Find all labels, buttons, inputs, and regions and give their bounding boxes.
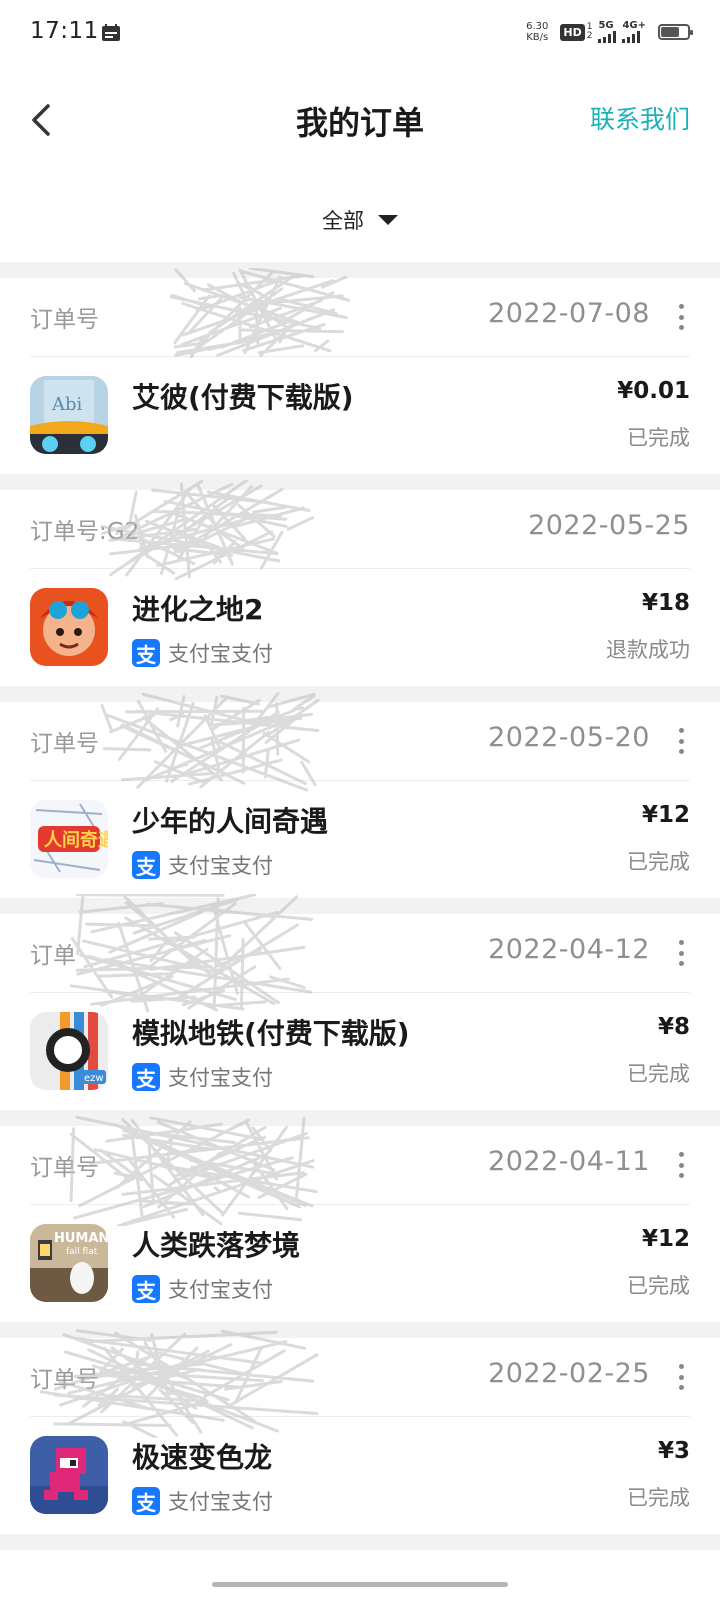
- order-item[interactable]: 极速变色龙 支 支付宝支付 ¥3 已完成: [30, 1436, 690, 1516]
- status-time: 17:11: [30, 18, 99, 44]
- svg-text:Abi: Abi: [51, 394, 83, 415]
- triangle-down-icon: [378, 215, 398, 225]
- payment-method-label: 支付宝支付: [168, 1066, 273, 1090]
- order-item[interactable]: 人间奇遇 少年的人间奇遇 支 支付宝支付 ¥12 已完成: [30, 800, 690, 880]
- order-status: 已完成: [627, 1486, 690, 1510]
- alipay-icon: 支: [132, 1487, 160, 1515]
- order-list: 订单号 2022-07-08 Abi 艾彼(付费下载版) ¥0.01 已完成 订…: [0, 262, 720, 1550]
- order-card[interactable]: 订单号 2022-02-25 极速变色龙 支 支付宝支付 ¥3 已完成: [0, 1329, 720, 1534]
- order-date: 2022-02-25: [488, 1358, 650, 1389]
- order-status: 已完成: [627, 1274, 690, 1298]
- order-header: 订单号 2022-02-25: [30, 1338, 690, 1417]
- payment-method: 支 支付宝支付: [132, 1486, 273, 1516]
- filter-dropdown[interactable]: 全部: [322, 205, 398, 235]
- signal-icon-sim2: 4G+: [622, 21, 646, 43]
- hd-voice-icon: HD 1 2: [560, 23, 592, 41]
- contact-us-link[interactable]: 联系我们: [590, 100, 690, 136]
- app-name: 极速变色龙: [132, 1441, 273, 1474]
- order-number: 订单号: [30, 731, 99, 757]
- svg-text:人间奇遇: 人间奇遇: [44, 829, 108, 851]
- order-status: 已完成: [627, 1062, 690, 1086]
- more-vertical-icon[interactable]: [678, 940, 684, 966]
- mini-metro-app-icon: ezw: [30, 1012, 108, 1090]
- order-number: 订单号: [30, 1367, 99, 1393]
- payment-method: 支 支付宝支付: [132, 1274, 273, 1304]
- filter-selected-label: 全部: [322, 209, 364, 233]
- app-name: 少年的人间奇遇: [132, 805, 329, 838]
- order-date: 2022-07-08: [488, 298, 650, 329]
- signal-icon: 5G: [598, 21, 617, 43]
- order-card[interactable]: 订单号 2022-07-08 Abi 艾彼(付费下载版) ¥0.01 已完成: [0, 266, 720, 474]
- order-item[interactable]: ezw 模拟地铁(付费下载版) 支 支付宝支付 ¥8 已完成: [30, 1012, 690, 1092]
- order-date: 2022-04-11: [488, 1146, 650, 1177]
- order-status: 退款成功: [606, 638, 690, 662]
- chameleon-run-app-icon: [30, 1436, 108, 1514]
- more-vertical-icon[interactable]: [678, 728, 684, 754]
- order-status: 已完成: [627, 850, 690, 874]
- order-number: 订单: [30, 943, 76, 969]
- battery-icon: [658, 24, 693, 40]
- order-card[interactable]: 订单号 2022-04-11 HUMAN fall flat 人类跌落梦境 支 支…: [0, 1115, 720, 1322]
- order-price: ¥18: [641, 590, 690, 616]
- order-filter: 全部: [0, 190, 720, 250]
- alipay-icon: 支: [132, 639, 160, 667]
- home-indicator[interactable]: [212, 1582, 508, 1587]
- more-vertical-icon[interactable]: [678, 1364, 684, 1390]
- order-date: 2022-04-12: [488, 934, 650, 965]
- app-name: 人类跌落梦境: [132, 1229, 301, 1262]
- more-vertical-icon[interactable]: [678, 1152, 684, 1178]
- payment-method: 支 支付宝支付: [132, 850, 273, 880]
- order-header: 订单号:G2 2022-05-25: [30, 490, 690, 569]
- order-header: 订单号 2022-04-11: [30, 1126, 690, 1205]
- header: 我的订单 联系我们: [0, 70, 720, 170]
- order-card[interactable]: 订单号 2022-05-20 人间奇遇 少年的人间奇遇 支 支付宝支付 ¥12 …: [0, 692, 720, 898]
- youth-adventure-app-icon: 人间奇遇: [30, 800, 108, 878]
- human-fall-flat-app-icon: HUMAN fall flat: [30, 1224, 108, 1302]
- order-header: 订单号 2022-05-20: [30, 702, 690, 781]
- app-name: 进化之地2: [132, 593, 264, 626]
- list-bottom-spacer: [0, 1534, 720, 1550]
- alipay-icon: 支: [132, 851, 160, 879]
- svg-text:fall flat: fall flat: [66, 1247, 98, 1257]
- status-bar: 17:11 6.30 KB/s HD 1 2 5G 4G+: [0, 0, 720, 64]
- order-number: 订单号: [30, 307, 99, 333]
- network-speed: 6.30 KB/s: [526, 21, 549, 43]
- svg-text:HUMAN: HUMAN: [54, 1231, 108, 1246]
- order-item[interactable]: HUMAN fall flat 人类跌落梦境 支 支付宝支付 ¥12 已完成: [30, 1224, 690, 1304]
- order-date: 2022-05-20: [488, 722, 650, 753]
- abi-app-icon: Abi: [30, 376, 108, 454]
- payment-method-label: 支付宝支付: [168, 1490, 273, 1514]
- alipay-icon: 支: [132, 1275, 160, 1303]
- payment-method-label: 支付宝支付: [168, 1278, 273, 1302]
- order-card[interactable]: 订单号:G2 2022-05-25 进化之地2 支 支付宝支付 ¥18 退款成功: [0, 478, 720, 686]
- order-number: 订单号:G2: [30, 519, 140, 545]
- order-price: ¥12: [641, 1226, 690, 1252]
- order-date: 2022-05-25: [528, 510, 690, 541]
- calendar-icon: [102, 24, 120, 41]
- battery-level: [661, 27, 680, 37]
- order-header: 订单号 2022-07-08: [30, 278, 690, 357]
- payment-method-label: 支付宝支付: [168, 854, 273, 878]
- more-vertical-icon[interactable]: [678, 304, 684, 330]
- order-number: 订单号: [30, 1155, 99, 1181]
- order-price: ¥0.01: [617, 378, 690, 404]
- order-price: ¥12: [641, 802, 690, 828]
- payment-method-label: 支付宝支付: [168, 642, 273, 666]
- svg-text:ezw: ezw: [84, 1073, 104, 1084]
- status-indicators: 6.30 KB/s HD 1 2 5G 4G+: [526, 18, 693, 46]
- order-price: ¥8: [657, 1014, 690, 1040]
- order-header: 订单 2022-04-12: [30, 914, 690, 993]
- order-item[interactable]: 进化之地2 支 支付宝支付 ¥18 退款成功: [30, 588, 690, 668]
- alipay-icon: 支: [132, 1063, 160, 1091]
- order-card[interactable]: 订单 2022-04-12 ezw 模拟地铁(付费下载版) 支 支付宝支付 ¥8…: [0, 892, 720, 1110]
- payment-method: 支 支付宝支付: [132, 638, 273, 668]
- order-price: ¥3: [657, 1438, 690, 1464]
- order-status: 已完成: [627, 426, 690, 450]
- order-item[interactable]: Abi 艾彼(付费下载版) ¥0.01 已完成: [30, 376, 690, 456]
- app-name: 模拟地铁(付费下载版): [132, 1017, 410, 1050]
- app-name: 艾彼(付费下载版): [132, 381, 354, 414]
- payment-method: 支 支付宝支付: [132, 1062, 273, 1092]
- evoland2-app-icon: [30, 588, 108, 666]
